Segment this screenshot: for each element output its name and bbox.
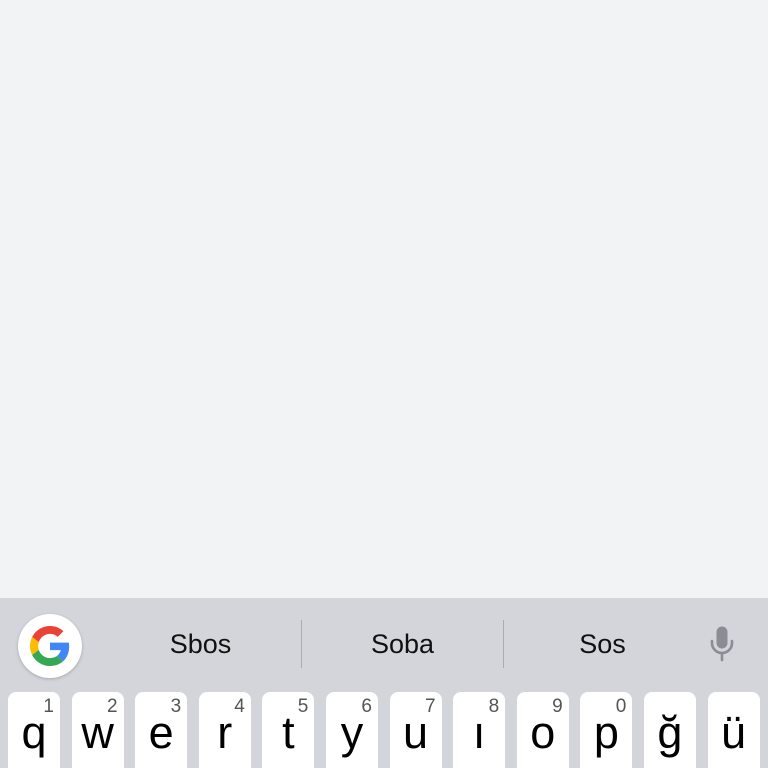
key-q[interactable]: 1 q: [8, 692, 60, 768]
key-letter: y: [340, 707, 364, 758]
key-letter: ü: [721, 707, 747, 758]
key-e[interactable]: 3 e: [135, 692, 188, 768]
key-letter: w: [81, 707, 114, 758]
key-letter: t: [282, 707, 295, 758]
key-letter: r: [217, 707, 233, 758]
key-t[interactable]: 5 t: [262, 692, 315, 768]
key-dotless-i[interactable]: 8 ı: [453, 692, 506, 768]
key-p[interactable]: 0 p: [580, 692, 633, 768]
keyboard: Sbos Soba Sos 1 q 2 w 3 e 4 r 5 t 6 y 7 …: [0, 598, 768, 768]
key-letter: o: [530, 707, 556, 758]
suggestion-1[interactable]: Sbos: [100, 620, 301, 668]
suggestion-2[interactable]: Soba: [302, 620, 503, 668]
key-row-1: 1 q 2 w 3 e 4 r 5 t 6 y 7 u 8 ı 9 o 0 p …: [8, 692, 760, 768]
suggestion-3[interactable]: Sos: [504, 620, 701, 668]
voice-input-button[interactable]: [706, 624, 738, 664]
key-letter: ı: [472, 707, 486, 758]
key-w[interactable]: 2 w: [71, 692, 124, 768]
key-letter: q: [21, 707, 47, 758]
key-letter: ğ: [657, 707, 683, 758]
screen: Sbos Soba Sos 1 q 2 w 3 e 4 r 5 t 6 y 7 …: [0, 0, 768, 768]
key-letter: p: [593, 707, 619, 758]
key-y[interactable]: 6 y: [325, 692, 378, 768]
google-search-button[interactable]: [18, 614, 82, 678]
key-o[interactable]: 9 o: [516, 692, 569, 768]
key-u[interactable]: 7 u: [389, 692, 442, 768]
key-letter: e: [148, 707, 174, 758]
microphone-icon: [710, 626, 734, 662]
key-g-breve[interactable]: ğ: [643, 692, 696, 768]
key-u-umlaut[interactable]: ü: [707, 692, 760, 768]
content-area: [0, 0, 768, 598]
google-g-icon: [30, 626, 70, 666]
key-r[interactable]: 4 r: [198, 692, 251, 768]
key-letter: u: [403, 707, 429, 758]
